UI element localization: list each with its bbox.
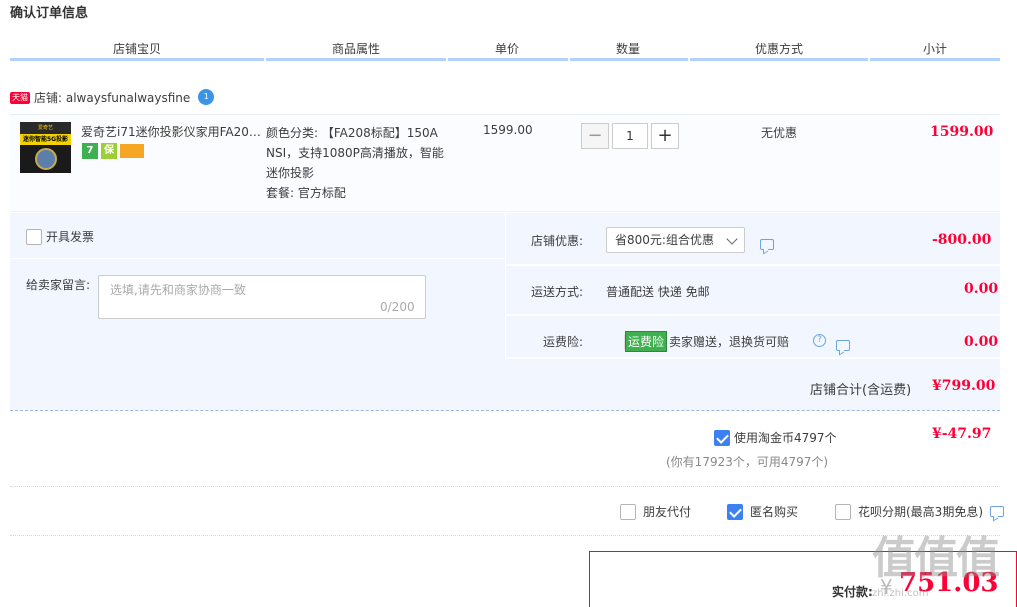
insurance-text: 卖家赠送，退换货可赔 bbox=[669, 335, 790, 349]
tmall-badge: 天猫 bbox=[10, 91, 30, 104]
item-subtotal: 1599.00 bbox=[930, 124, 994, 140]
friend-pay-label: 朋友代付 bbox=[643, 505, 692, 519]
shipping-label: 运送方式: bbox=[531, 285, 584, 299]
shipping-method: 普通配送 快递 免邮 bbox=[606, 285, 710, 299]
service-icons: 7 保 bbox=[82, 143, 144, 159]
decrease-quantity-button[interactable]: − bbox=[581, 123, 609, 149]
product-attributes: 颜色分类: 【FA208标配】150A NSI，支持1080P高清播放，智能 迷… bbox=[266, 123, 456, 203]
thumbnail-brand: 爱奇艺 bbox=[20, 122, 71, 134]
comment-icon[interactable] bbox=[835, 340, 850, 351]
product-thumbnail[interactable]: 爱奇艺 迷你智能5G投影 bbox=[20, 122, 71, 173]
attribute-line: 颜色分类: 【FA208标配】150A bbox=[266, 126, 438, 140]
attribute-line: NSI，支持1080P高清播放，智能 bbox=[266, 146, 444, 160]
invoice-checkbox[interactable] bbox=[26, 228, 42, 245]
payment-label: 实付款: bbox=[832, 585, 873, 599]
message-placeholder: 选填,请先和商家协商一致 bbox=[110, 283, 246, 297]
taobao-coins-option[interactable]: 使用淘金币4797个 bbox=[714, 429, 837, 446]
shop-name[interactable]: 店铺: alwaysfunalwaysfine bbox=[34, 89, 190, 106]
message-char-count: 0/200 bbox=[380, 300, 415, 314]
shop-discount-select[interactable]: 省800元:组合优惠 bbox=[606, 227, 745, 253]
comment-icon[interactable] bbox=[990, 506, 1004, 517]
insurance-value: 0.00 bbox=[964, 334, 999, 350]
header-underline bbox=[870, 58, 1000, 61]
message-label: 给卖家留言: bbox=[26, 278, 91, 292]
credit-card-icon[interactable] bbox=[120, 144, 144, 158]
increase-quantity-button[interactable]: + bbox=[651, 123, 679, 149]
anonymous-label: 匿名购买 bbox=[750, 505, 799, 519]
divider bbox=[10, 486, 1000, 487]
shop-total-value: ¥799.00 bbox=[932, 378, 996, 394]
header-underline bbox=[10, 58, 264, 61]
column-header-shop-item: 店铺宝贝 bbox=[112, 42, 161, 56]
attribute-line: 套餐: 官方标配 bbox=[266, 186, 346, 200]
column-header-subtotal: 小计 bbox=[922, 42, 947, 56]
huabei-checkbox[interactable] bbox=[835, 503, 851, 520]
chat-count: 1 bbox=[203, 92, 209, 101]
anonymous-option[interactable]: 匿名购买 bbox=[727, 503, 798, 520]
unit-price: 1599.00 bbox=[483, 123, 533, 137]
invoice-option[interactable]: 开具发票 bbox=[26, 228, 94, 245]
shipping-value: 0.00 bbox=[964, 281, 999, 297]
coins-balance: (你有17923个，可用4797个) bbox=[666, 455, 829, 469]
shop-discount-selected: 省800元:组合优惠 bbox=[615, 233, 714, 247]
watermark-url: zhi.zhi.com bbox=[872, 588, 929, 599]
insurance-label: 运费险: bbox=[543, 335, 584, 349]
quantity-input[interactable]: 1 bbox=[612, 123, 648, 149]
huabei-label: 花呗分期(最高3期免息) bbox=[858, 505, 983, 519]
insurance-badge: 运费险 bbox=[625, 331, 668, 352]
comment-icon[interactable] bbox=[760, 239, 774, 250]
invoice-label: 开具发票 bbox=[46, 230, 95, 244]
header-underline bbox=[570, 58, 688, 61]
thumbnail-tagline: 迷你智能5G投影 bbox=[20, 134, 71, 145]
header-underline bbox=[266, 58, 446, 61]
header-underline bbox=[690, 58, 868, 61]
anonymous-checkbox[interactable] bbox=[727, 503, 743, 520]
friend-pay-option[interactable]: 朋友代付 bbox=[620, 503, 691, 520]
seven-day-return-icon[interactable]: 7 bbox=[82, 143, 98, 159]
column-header-discount: 优惠方式 bbox=[754, 42, 803, 56]
shop-discount-label: 店铺优惠: bbox=[531, 234, 584, 248]
watermark-logo: 值值值 bbox=[872, 533, 1000, 584]
divider bbox=[10, 535, 1000, 536]
column-header-unit-price: 单价 bbox=[494, 42, 519, 56]
quantity-stepper: − 1 + bbox=[581, 123, 679, 149]
wangwang-chat-icon[interactable]: 1 bbox=[198, 88, 215, 105]
column-header-attributes: 商品属性 bbox=[331, 42, 380, 56]
shop-row: 天猫 店铺: alwaysfunalwaysfine 1 bbox=[10, 88, 215, 106]
huabei-option[interactable]: 花呗分期(最高3期免息) bbox=[835, 503, 1004, 520]
shop-discount-value: -800.00 bbox=[932, 232, 992, 248]
attribute-line: 迷你投影 bbox=[266, 166, 315, 180]
column-header-quantity: 数量 bbox=[615, 42, 640, 56]
shop-total-label: 店铺合计(含运费) bbox=[810, 383, 912, 398]
page-title: 确认订单信息 bbox=[10, 6, 89, 21]
product-title[interactable]: 爱奇艺i71迷你投影仪家用FA208标配 bbox=[81, 123, 263, 140]
friend-pay-checkbox[interactable] bbox=[620, 503, 636, 520]
coins-value: ¥-47.97 bbox=[932, 426, 992, 442]
coins-label: 使用淘金币4797个 bbox=[734, 431, 837, 445]
item-discount: 无优惠 bbox=[761, 126, 798, 140]
chevron-down-icon bbox=[726, 233, 738, 245]
header-underline bbox=[448, 58, 568, 61]
guarantee-icon[interactable]: 保 bbox=[101, 143, 117, 159]
help-icon[interactable]: ? bbox=[813, 334, 826, 347]
thumbnail-product-image bbox=[34, 148, 57, 170]
coins-checkbox[interactable] bbox=[714, 429, 730, 446]
